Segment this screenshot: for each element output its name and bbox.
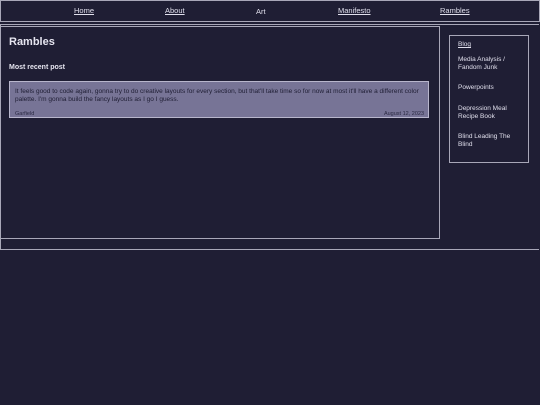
- nav-link-about[interactable]: About: [165, 6, 185, 15]
- nav-link-home[interactable]: Home: [74, 6, 94, 15]
- post-card: It feels good to code again, gonna try t…: [9, 81, 429, 118]
- section-heading: Most recent post: [9, 64, 66, 71]
- sidebar-item-blind-leading[interactable]: Blind Leading The Blind: [458, 133, 526, 149]
- sidebar: Blog Media Analysis / Fandom Junk Powerp…: [449, 35, 529, 163]
- post-body: It feels good to code again, gonna try t…: [15, 88, 419, 103]
- top-navigation: Home About Art Manifesto Rambles: [0, 0, 540, 22]
- sidebar-item-media-analysis[interactable]: Media Analysis / Fandom Junk: [458, 56, 526, 72]
- nav-link-art[interactable]: Art: [256, 7, 266, 16]
- nav-link-manifesto[interactable]: Manifesto: [338, 6, 371, 15]
- sidebar-item-depression-meal[interactable]: Depression Meal Recipe Book: [458, 105, 526, 121]
- sidebar-item-powerpoints[interactable]: Powerpoints: [458, 84, 526, 92]
- post-author: Garfield: [15, 111, 35, 117]
- nav-link-rambles[interactable]: Rambles: [440, 6, 470, 15]
- sidebar-item-blog[interactable]: Blog: [458, 41, 526, 49]
- main-content-panel: [0, 26, 440, 239]
- page-title: Rambles: [9, 36, 55, 48]
- post-date: August 12, 2023: [383, 111, 424, 117]
